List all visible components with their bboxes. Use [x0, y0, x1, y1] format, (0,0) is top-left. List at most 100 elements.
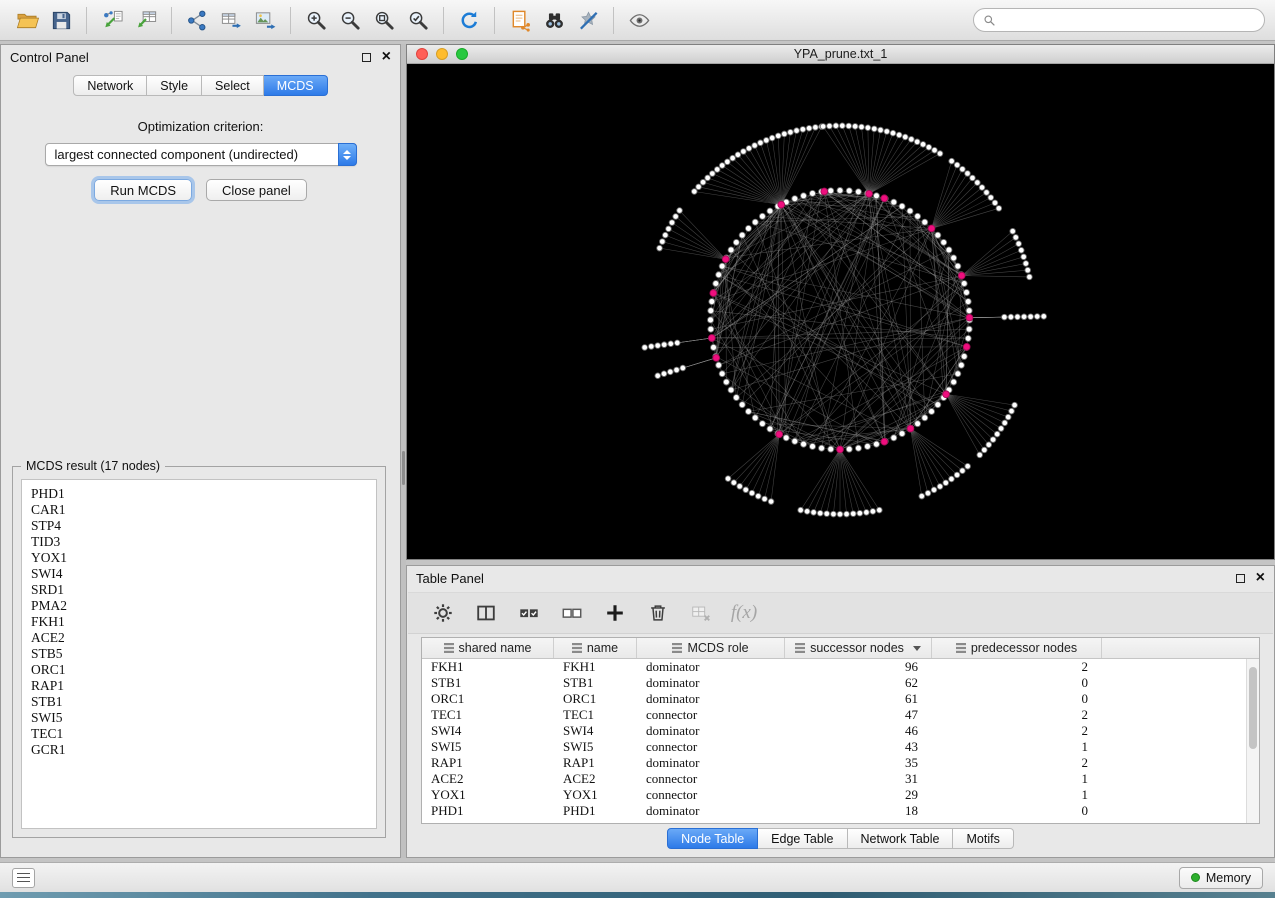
memory-button[interactable]: Memory — [1179, 867, 1263, 889]
table-row[interactable]: ACE2ACE2connector311 — [422, 771, 1259, 787]
table-cell[interactable]: 31 — [785, 771, 932, 787]
mcds-result-item[interactable]: PHD1 — [31, 486, 376, 502]
table-cell[interactable]: 61 — [785, 691, 932, 707]
column-header-mcds-role[interactable]: MCDS role — [637, 638, 785, 658]
network-canvas[interactable] — [407, 64, 1274, 559]
table-row[interactable]: TEC1TEC1connector472 — [422, 707, 1259, 723]
table-cell[interactable]: PHD1 — [422, 803, 554, 819]
table-cell[interactable]: connector — [637, 739, 785, 755]
table-cell[interactable]: SWI4 — [554, 723, 637, 739]
select-all-checkbox-icon[interactable] — [516, 599, 542, 627]
table-cell[interactable]: 2 — [932, 659, 1102, 675]
mcds-result-item[interactable]: SRD1 — [31, 582, 376, 598]
table-cell[interactable]: dominator — [637, 755, 785, 771]
export-image-icon[interactable] — [248, 4, 282, 36]
table-cell[interactable]: dominator — [637, 675, 785, 691]
table-cell[interactable]: 35 — [785, 755, 932, 771]
table-float-panel-icon[interactable] — [1236, 574, 1245, 583]
table-cell[interactable]: ACE2 — [422, 771, 554, 787]
table-cell[interactable]: STB1 — [554, 675, 637, 691]
chevron-down-icon[interactable] — [913, 646, 921, 651]
deselect-checkbox-icon[interactable] — [559, 599, 585, 627]
mcds-result-item[interactable]: SWI4 — [31, 566, 376, 582]
table-row[interactable]: SWI4SWI4dominator462 — [422, 723, 1259, 739]
export-table-icon[interactable] — [214, 4, 248, 36]
table-cell[interactable]: dominator — [637, 691, 785, 707]
table-close-panel-icon[interactable]: × — [1256, 570, 1265, 586]
table-cell[interactable]: ACE2 — [554, 771, 637, 787]
window-minimize-icon[interactable] — [436, 48, 448, 60]
table-cell[interactable]: FKH1 — [422, 659, 554, 675]
run-mcds-button[interactable]: Run MCDS — [94, 179, 192, 201]
network-graph-svg[interactable] — [407, 64, 1274, 559]
column-header-shared-name[interactable]: shared name — [422, 638, 554, 658]
function-builder-icon[interactable]: f(x) — [731, 599, 757, 627]
mcds-result-item[interactable]: STB1 — [31, 694, 376, 710]
gear-icon[interactable] — [430, 599, 456, 627]
table-cell[interactable]: 1 — [932, 771, 1102, 787]
import-network-icon[interactable] — [95, 4, 129, 36]
column-header-predecessor-nodes[interactable]: predecessor nodes — [932, 638, 1102, 658]
table-cell[interactable]: dominator — [637, 659, 785, 675]
column-layout-icon[interactable] — [473, 599, 499, 627]
mcds-result-item[interactable]: FKH1 — [31, 614, 376, 630]
close-panel-button[interactable]: Close panel — [206, 179, 307, 201]
show-panels-button[interactable] — [12, 868, 35, 888]
table-cell[interactable]: RAP1 — [554, 755, 637, 771]
delete-row-icon[interactable] — [645, 599, 671, 627]
table-cell[interactable]: PHD1 — [554, 803, 637, 819]
zoom-out-icon[interactable] — [333, 4, 367, 36]
mcds-result-item[interactable]: RAP1 — [31, 678, 376, 694]
tab-select[interactable]: Select — [202, 75, 264, 96]
table-row[interactable]: ORC1ORC1dominator610 — [422, 691, 1259, 707]
eye-icon[interactable] — [622, 4, 656, 36]
tab-mcds[interactable]: MCDS — [264, 75, 328, 96]
search-input[interactable] — [1002, 13, 1255, 27]
zoom-in-icon[interactable] — [299, 4, 333, 36]
table-cell[interactable]: 2 — [932, 755, 1102, 771]
zoom-fit-icon[interactable] — [367, 4, 401, 36]
table-cell[interactable]: FKH1 — [554, 659, 637, 675]
network-titlebar[interactable]: YPA_prune.txt_1 — [407, 45, 1274, 64]
table-cell[interactable]: 0 — [932, 803, 1102, 819]
export-network-icon[interactable] — [180, 4, 214, 36]
table-row[interactable]: FKH1FKH1dominator962 — [422, 659, 1259, 675]
table-cell[interactable]: 47 — [785, 707, 932, 723]
table-cell[interactable]: connector — [637, 707, 785, 723]
table-cell[interactable]: connector — [637, 771, 785, 787]
mcds-result-item[interactable]: ACE2 — [31, 630, 376, 646]
hide-selected-icon[interactable] — [571, 4, 605, 36]
mcds-result-item[interactable]: ORC1 — [31, 662, 376, 678]
table-cell[interactable]: SWI5 — [422, 739, 554, 755]
open-folder-icon[interactable] — [10, 4, 44, 36]
table-cell[interactable]: 62 — [785, 675, 932, 691]
table-row[interactable]: STB1STB1dominator620 — [422, 675, 1259, 691]
window-close-icon[interactable] — [416, 48, 428, 60]
zoom-selected-icon[interactable] — [401, 4, 435, 36]
table-row[interactable]: SWI5SWI5connector431 — [422, 739, 1259, 755]
column-header-successor-nodes[interactable]: successor nodes — [785, 638, 932, 658]
table-cell[interactable]: 43 — [785, 739, 932, 755]
table-cell[interactable]: RAP1 — [422, 755, 554, 771]
table-cell[interactable]: connector — [637, 787, 785, 803]
mcds-result-item[interactable]: STB5 — [31, 646, 376, 662]
table-cell[interactable]: 96 — [785, 659, 932, 675]
table-cell[interactable]: 1 — [932, 739, 1102, 755]
delete-table-icon[interactable] — [688, 599, 714, 627]
column-header-name[interactable]: name — [554, 638, 637, 658]
mcds-result-item[interactable]: CAR1 — [31, 502, 376, 518]
table-cell[interactable]: TEC1 — [554, 707, 637, 723]
table-cell[interactable]: 0 — [932, 691, 1102, 707]
table-cell[interactable]: 0 — [932, 675, 1102, 691]
add-row-icon[interactable] — [602, 599, 628, 627]
tab-motifs[interactable]: Motifs — [953, 828, 1013, 849]
window-maximize-icon[interactable] — [456, 48, 468, 60]
tab-node-table[interactable]: Node Table — [667, 828, 758, 849]
refresh-layout-icon[interactable] — [452, 4, 486, 36]
table-scrollbar-thumb[interactable] — [1249, 667, 1257, 749]
mcds-result-item[interactable]: STP4 — [31, 518, 376, 534]
table-cell[interactable]: YOX1 — [554, 787, 637, 803]
mcds-result-item[interactable]: PMA2 — [31, 598, 376, 614]
binoculars-icon[interactable] — [537, 4, 571, 36]
divider-handle[interactable] — [402, 451, 405, 485]
